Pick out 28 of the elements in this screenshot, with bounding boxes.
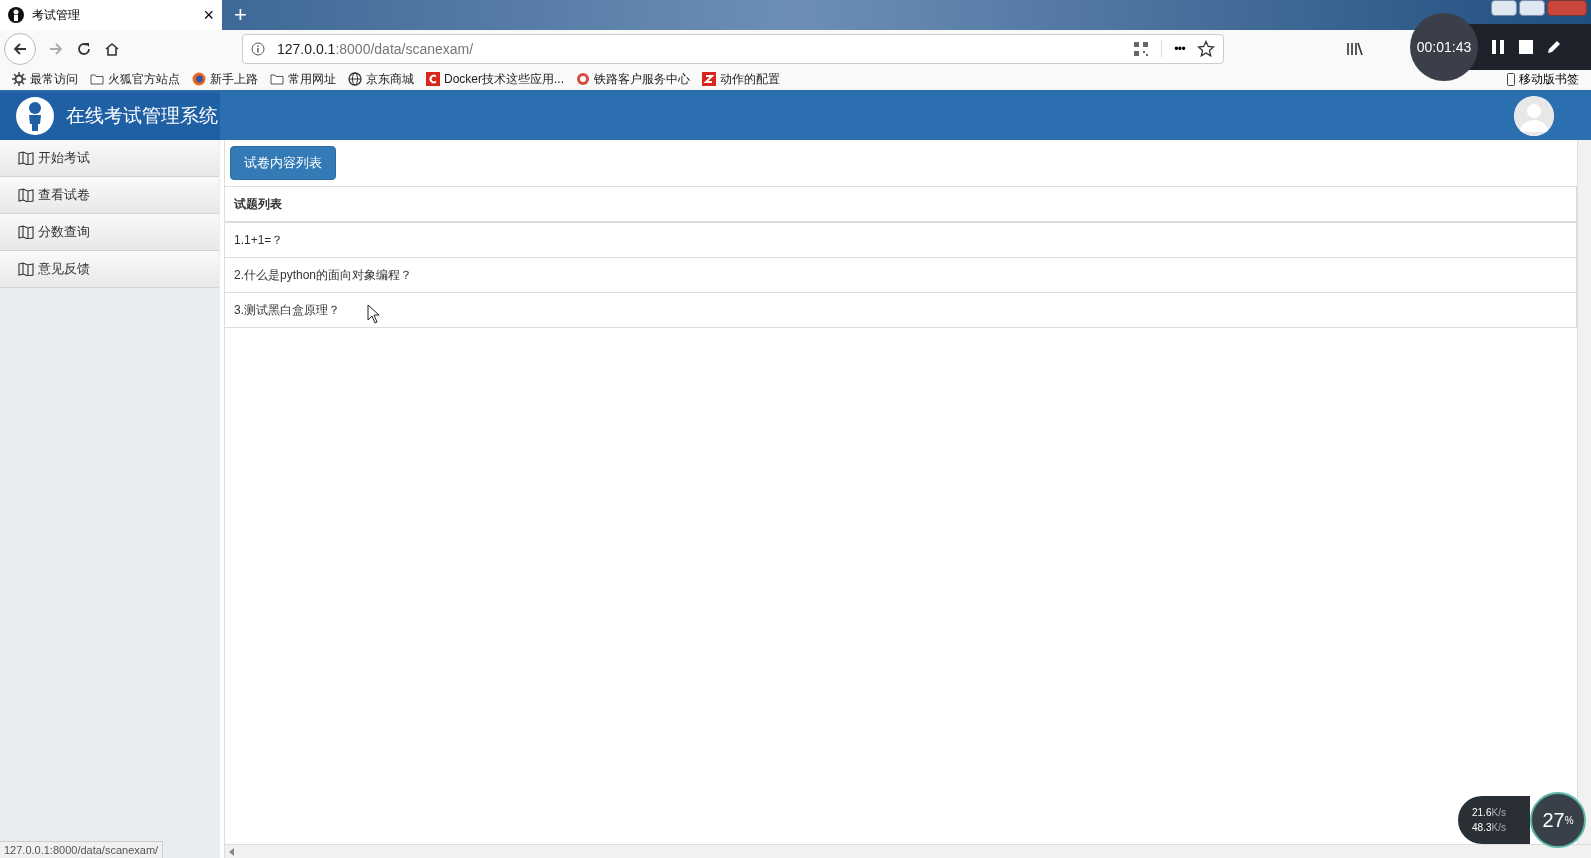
url-text: 127.0.0.1:8000/data/scanexam/: [277, 39, 475, 59]
more-button[interactable]: •••: [1161, 40, 1185, 58]
bookmark-link[interactable]: 京东商城: [366, 70, 414, 88]
status-url: 127.0.0.1:8000/data/scanexam/: [0, 840, 164, 858]
browser-tab[interactable]: 考试管理 ×: [0, 0, 222, 30]
bookmark-link[interactable]: 常用网址: [288, 70, 336, 88]
bookmark-link[interactable]: 铁路客户服务中心: [594, 70, 690, 88]
bookmark-link[interactable]: 新手上路: [210, 70, 258, 88]
app-title: 在线考试管理系统: [66, 103, 218, 128]
new-tab-button[interactable]: +: [222, 0, 259, 30]
bookmark-link[interactable]: 移动版书签: [1519, 70, 1579, 88]
table-row[interactable]: 1.1+1=？: [225, 223, 1577, 258]
sidebar-item[interactable]: 分数查询: [0, 214, 219, 251]
table-row[interactable]: 2.什么是python的面向对象编程？: [225, 258, 1577, 293]
close-button[interactable]: ×: [203, 6, 214, 24]
network-speed: 21.6K/s 48.3K/s: [1458, 796, 1530, 844]
sidebar-item[interactable]: 开始考试: [0, 140, 219, 177]
table-header: 试题列表: [225, 187, 1577, 223]
bookmark-link[interactable]: 火狐官方站点: [108, 70, 180, 88]
cpu-gauge: 27%: [1530, 792, 1586, 848]
address-bar[interactable]: 127.0.0.1:8000/data/scanexam/ •••: [242, 34, 1224, 64]
bookmark-link[interactable]: 动作的配置: [720, 70, 780, 88]
list-button[interactable]: 试卷内容列表: [230, 146, 336, 180]
sidebar-item[interactable]: 意见反馈: [0, 251, 219, 288]
sidebar-item[interactable]: 查看试卷: [0, 177, 219, 214]
tab-title: 考试管理: [32, 7, 81, 24]
bookmark-link[interactable]: 最常访问: [30, 70, 78, 88]
bookmark-link[interactable]: Docker技术这些应用...: [444, 70, 564, 88]
